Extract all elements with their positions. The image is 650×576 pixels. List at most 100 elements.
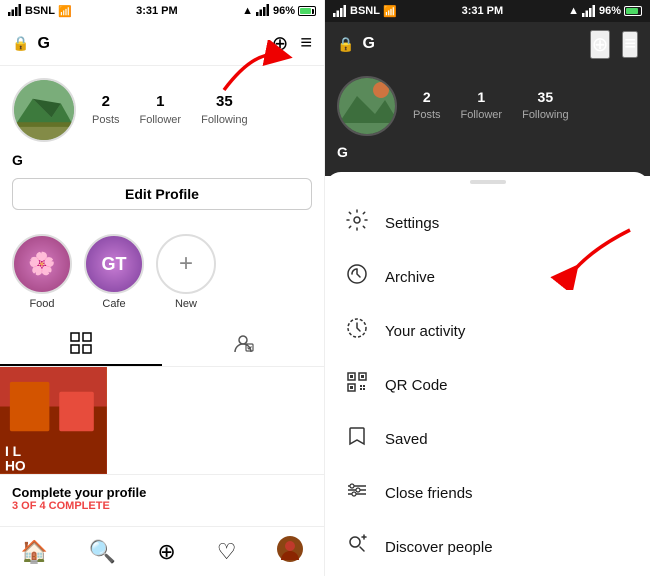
wifi-icon: 📶 (58, 5, 72, 18)
right-avatar (337, 76, 397, 136)
carrier-label: BSNL (25, 5, 55, 17)
right-posts-label: Posts (413, 109, 441, 121)
likes-nav-icon[interactable]: ♡ (217, 539, 237, 565)
stats-row: 2 Posts 1 Follower 35 Following (92, 93, 248, 128)
complete-profile-subtitle: 3 OF 4 COMPLETE (12, 500, 312, 512)
discover-label: Discover people (385, 539, 493, 556)
discover-icon (343, 533, 371, 561)
right-profile-section: 2 Posts 1 Follower 35 Following G (325, 66, 650, 176)
nav-username: G (29, 35, 271, 53)
following-stat: 35 Following (201, 93, 247, 128)
bottom-navigation: 🏠 🔍 ⊕ ♡ (0, 526, 324, 576)
slide-up-menu: Settings Archive Your activity (325, 172, 650, 576)
signal-icon (8, 4, 22, 19)
lock-icon: 🔒 (12, 35, 29, 52)
menu-item-settings[interactable]: Settings (325, 196, 650, 250)
right-add-button[interactable]: ⊕ (590, 30, 611, 59)
post-item[interactable]: I L HO (0, 367, 107, 474)
tab-grid[interactable] (0, 322, 162, 366)
complete-profile-title: Complete your profile (12, 485, 312, 500)
svg-text:HO: HO (5, 458, 26, 474)
tab-tagged[interactable] (162, 322, 324, 366)
close-friends-icon (343, 479, 371, 507)
profile-section: 2 Posts 1 Follower 35 Following G Edit P… (0, 66, 324, 222)
signal-icon-right (256, 4, 270, 19)
highlight-cafe[interactable]: GT Cafe (84, 234, 144, 310)
home-nav-icon[interactable]: 🏠 (21, 539, 48, 565)
follower-count: 1 (140, 93, 182, 110)
highlight-cafe-circle: GT (84, 234, 144, 294)
right-username: G (337, 144, 638, 160)
qr-icon (343, 371, 371, 399)
saved-label: Saved (385, 431, 428, 448)
menu-handle (470, 180, 506, 184)
following-count: 35 (201, 93, 247, 110)
highlight-new-circle: + (156, 234, 216, 294)
right-follower-stat: 1 Follower (461, 89, 503, 123)
highlight-food[interactable]: 🌸 Food (12, 234, 72, 310)
profile-complete-banner[interactable]: Complete your profile 3 OF 4 COMPLETE (0, 474, 324, 522)
tab-bar (0, 322, 324, 367)
nav-icons: ⊕ ≡ (272, 31, 312, 56)
right-following-count: 35 (522, 89, 568, 105)
time-label: 3:31 PM (136, 5, 178, 17)
menu-item-discover[interactable]: Discover people (325, 520, 650, 574)
edit-profile-button[interactable]: Edit Profile (12, 178, 312, 210)
posts-grid: I L HO (0, 367, 324, 474)
right-posts-count: 2 (413, 89, 441, 105)
right-following-label: Following (522, 109, 568, 121)
right-follower-label: Follower (461, 109, 503, 121)
add-nav-icon[interactable]: ⊕ (157, 539, 175, 565)
menu-item-archive[interactable]: Archive (325, 250, 650, 304)
right-carrier: BSNL (350, 5, 380, 17)
saved-icon (343, 425, 371, 453)
right-stats-row: 2 Posts 1 Follower 35 Following (413, 89, 569, 123)
left-panel: BSNL 📶 3:31 PM ▲ 96% 🔒 G ⊕ ≡ (0, 0, 325, 576)
profile-nav-icon[interactable] (277, 536, 303, 568)
archive-icon (343, 263, 371, 291)
menu-item-close-friends[interactable]: Close friends (325, 466, 650, 520)
right-time: 3:31 PM (462, 5, 504, 17)
highlight-new-label: New (175, 298, 197, 310)
posts-stat: 2 Posts (92, 93, 120, 128)
location-icon: ▲ (242, 5, 253, 17)
right-menu-button[interactable]: ≡ (622, 31, 638, 58)
highlight-cafe-label: Cafe (102, 298, 125, 310)
right-following-stat: 35 Following (522, 89, 568, 123)
follower-stat: 1 Follower (140, 93, 182, 128)
hamburger-menu-button[interactable]: ≡ (300, 32, 312, 55)
follower-label: Follower (140, 114, 182, 126)
menu-item-saved[interactable]: Saved (325, 412, 650, 466)
username-display: G (12, 152, 312, 168)
menu-item-activity[interactable]: Your activity (325, 304, 650, 358)
right-profile-row: 2 Posts 1 Follower 35 Following (337, 76, 638, 136)
right-panel: BSNL 📶 3:31 PM ▲ 96% 🔒 G ⊕ ≡ (325, 0, 650, 576)
right-profile-background: BSNL 📶 3:31 PM ▲ 96% 🔒 G ⊕ ≡ (325, 0, 650, 176)
activity-label: Your activity (385, 323, 465, 340)
add-post-button[interactable]: ⊕ (272, 31, 289, 56)
right-nav-username: G (354, 35, 589, 53)
battery-percent: 96% (273, 5, 295, 17)
right-battery-icon (624, 6, 642, 16)
right-lock-icon: 🔒 (337, 36, 354, 53)
posts-label: Posts (92, 114, 120, 126)
right-battery: 96% (599, 5, 621, 17)
right-wifi: 📶 (383, 5, 397, 18)
profile-row: 2 Posts 1 Follower 35 Following (12, 78, 312, 142)
menu-item-qr[interactable]: QR Code (325, 358, 650, 412)
status-bar-left: BSNL 📶 3:31 PM ▲ 96% (0, 0, 324, 22)
avatar (12, 78, 76, 142)
close-friends-label: Close friends (385, 485, 473, 502)
following-label: Following (201, 114, 247, 126)
battery-icon (298, 6, 316, 16)
posts-count: 2 (92, 93, 120, 110)
svg-text:I L: I L (5, 443, 22, 459)
qr-label: QR Code (385, 377, 448, 394)
search-nav-icon[interactable]: 🔍 (89, 539, 116, 565)
settings-icon (343, 209, 371, 237)
highlight-food-circle: 🌸 (12, 234, 72, 294)
archive-label: Archive (385, 269, 435, 286)
activity-icon (343, 317, 371, 345)
highlight-new[interactable]: + New (156, 234, 216, 310)
right-status-bar: BSNL 📶 3:31 PM ▲ 96% (325, 0, 650, 22)
